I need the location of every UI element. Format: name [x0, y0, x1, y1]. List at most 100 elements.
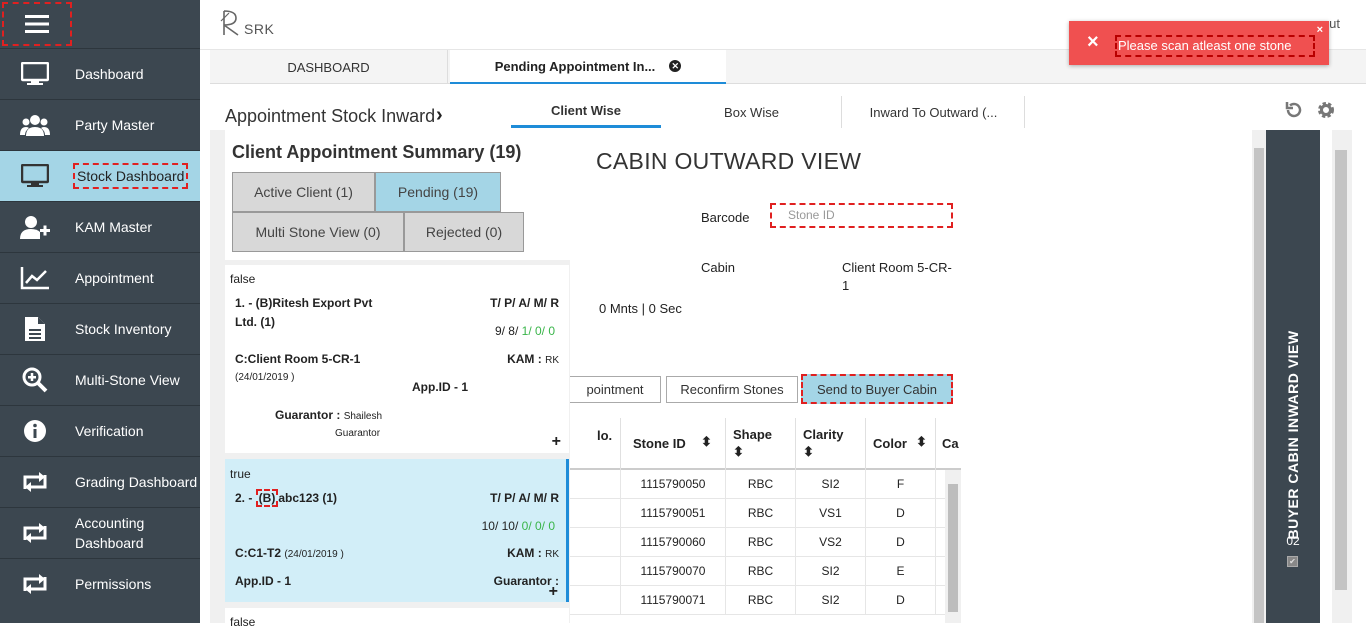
pending-button[interactable]: Pending (19) — [375, 172, 501, 212]
table-row[interactable]: 1115790071 RBC SI2 D — [570, 586, 961, 615]
cabin-text: C:C1-T2 — [235, 546, 282, 560]
table-row[interactable]: 1115790060 RBC VS2 D — [570, 528, 961, 557]
monitor-icon — [0, 62, 70, 86]
cell-shape: RBC — [726, 557, 796, 586]
sidebar-item-grading-dashboard[interactable]: Grading Dashboard — [0, 456, 200, 507]
checkbox[interactable]: ✔ — [1287, 556, 1298, 567]
retweet-icon — [0, 471, 70, 493]
table-scrollbar[interactable] — [945, 470, 961, 623]
sidebar-item-label: KAM Master — [75, 219, 153, 235]
document-icon — [0, 316, 70, 342]
stone-id-input[interactable]: Stone ID — [770, 203, 953, 228]
cell-color: D — [866, 499, 936, 528]
button-label: Send to Buyer Cabin — [817, 381, 937, 397]
retweet-icon — [0, 522, 70, 544]
appointment-button[interactable]: pointment — [570, 376, 661, 403]
close-icon[interactable]: × — [1317, 24, 1323, 36]
button-label: Active Client (1) — [254, 184, 353, 200]
sidebar-item-verification[interactable]: Verification — [0, 405, 200, 456]
cell-color: E — [866, 557, 936, 586]
header-label: Ca — [942, 436, 959, 451]
info-icon — [0, 419, 70, 443]
table-row[interactable]: 1115790051 RBC VS1 D — [570, 499, 961, 528]
sidebar-item-dashboard[interactable]: Dashboard — [0, 48, 200, 99]
rejected-button[interactable]: Rejected (0) — [404, 212, 524, 252]
sidebar-item-accounting-dashboard[interactable]: Accounting Dashboard — [0, 507, 200, 558]
appointment-card[interactable]: false 1. - (B)Ritesh Export Pvt Ltd. (1)… — [225, 265, 569, 453]
col-clarity-header[interactable]: Clarity ⬍ — [796, 418, 866, 470]
buyer-cabin-panel[interactable]: BUYER CABIN INWARD VIEW 02 ✔ — [1266, 130, 1320, 623]
scrollbar-thumb[interactable] — [1254, 148, 1264, 623]
kam-label: KAM : RK — [507, 352, 559, 366]
reconfirm-stones-button[interactable]: Reconfirm Stones — [666, 376, 798, 403]
app-id: App.ID - 1 — [412, 380, 468, 394]
sidebar-item-label: Accounting Dashboard — [75, 515, 145, 551]
sidebar-item-stock-dashboard[interactable]: Stock Dashboard — [0, 150, 200, 201]
kam-value: RK — [545, 355, 559, 366]
tab-client-wise[interactable]: Client Wise — [511, 96, 661, 128]
col-stone-id-header[interactable]: Stone ID ⬍ — [621, 418, 726, 470]
col-carat-header[interactable]: Ca — [936, 418, 961, 470]
col-color-header[interactable]: Color ⬍ — [866, 418, 936, 470]
sidebar-item-label: Party Master — [75, 117, 155, 133]
sidebar-item-label: Stock Inventory — [75, 321, 172, 337]
gear-icon[interactable] — [1316, 100, 1336, 123]
sort-icon[interactable]: ⬍ — [733, 444, 744, 460]
table-row[interactable]: 1115790050 RBC SI2 F — [570, 470, 961, 499]
scrollbar-thumb[interactable] — [1335, 150, 1347, 590]
tpam-counts: 10/ 10/ 0/ 0/ 0 — [482, 519, 555, 533]
col-no-header[interactable]: lo. — [570, 418, 621, 470]
col-shape-header[interactable]: Shape ⬍ — [726, 418, 796, 470]
sort-icon[interactable]: ⬍ — [916, 434, 927, 450]
plus-icon[interactable]: + — [549, 583, 558, 601]
sort-icon[interactable]: ⬍ — [803, 444, 814, 460]
appointment-card[interactable]: false — [225, 608, 569, 629]
cell-shape: RBC — [726, 499, 796, 528]
sidebar-item-stock-inventory[interactable]: Stock Inventory — [0, 303, 200, 354]
close-tab-icon[interactable]: ✕ — [669, 60, 682, 72]
sidebar-item-label: Grading Dashboard — [75, 474, 198, 490]
chevron-right-icon[interactable]: › — [436, 104, 443, 127]
scrollbar-thumb[interactable] — [948, 484, 958, 612]
table-row[interactable]: 1115790070 RBC SI2 E — [570, 557, 961, 586]
plus-icon[interactable]: + — [552, 433, 561, 451]
multi-stone-view-button[interactable]: Multi Stone View (0) — [232, 212, 404, 252]
sidebar-item-permissions[interactable]: Permissions — [0, 558, 200, 609]
tab-box-wise[interactable]: Box Wise — [662, 96, 842, 128]
refresh-icon[interactable] — [1284, 100, 1304, 123]
sidebar-item-party-master[interactable]: Party Master — [0, 99, 200, 150]
card-flag: true — [230, 467, 251, 481]
tab-label: Box Wise — [724, 104, 779, 120]
tab-pending-appointment[interactable]: Pending Appointment In... ✕ — [450, 50, 726, 84]
kam-value: RK — [545, 549, 559, 560]
name-rest: abc123 (1) — [278, 491, 338, 505]
page-title: Appointment Stock Inward — [225, 106, 436, 126]
add-user-icon — [0, 215, 70, 239]
cell-no — [570, 528, 621, 557]
sort-icon[interactable]: ⬍ — [701, 434, 712, 450]
sidebar-item-multi-stone-view[interactable]: Multi-Stone View — [0, 354, 200, 405]
appointment-card-selected[interactable]: true 2. - (B) abc123 (1) T/ P/ A/ M/ R 10… — [225, 459, 569, 602]
tab-dashboard[interactable]: DASHBOARD — [210, 50, 448, 84]
sidebar-item-kam-master[interactable]: KAM Master — [0, 201, 200, 252]
counts-part: 9/ 8/ — [494, 324, 522, 338]
guarantor-label: Guarantor : Shailesh — [275, 408, 382, 422]
button-label: Rejected (0) — [425, 224, 503, 240]
cell-shape: RBC — [726, 586, 796, 615]
tpam-counts: 9/ 8/ 1/ 0/ 0 — [495, 324, 555, 338]
send-to-buyer-cabin-button[interactable]: Send to Buyer Cabin — [801, 374, 953, 404]
sidebar-item-label: Verification — [75, 423, 144, 439]
section-title: CABIN OUTWARD VIEW — [596, 148, 862, 174]
content-scrollbar[interactable] — [1252, 130, 1266, 623]
logout-link[interactable]: ut — [1329, 16, 1340, 31]
hamburger-menu-icon[interactable] — [2, 2, 72, 46]
active-client-button[interactable]: Active Client (1) — [232, 172, 375, 212]
cabin-label: C:Client Room 5-CR-1 — [235, 352, 361, 366]
monitor-icon — [0, 164, 70, 188]
tab-inward-to-outward[interactable]: Inward To Outward (... — [843, 96, 1025, 128]
cell-stone: 1115790051 — [621, 499, 726, 528]
cell-stone: 1115790050 — [621, 470, 726, 499]
sidebar: Dashboard Party Master Stock Dashboard K… — [0, 0, 200, 623]
client-name: 2. - (B) abc123 (1) — [235, 489, 338, 507]
sidebar-item-appointment[interactable]: Appointment — [0, 252, 200, 303]
